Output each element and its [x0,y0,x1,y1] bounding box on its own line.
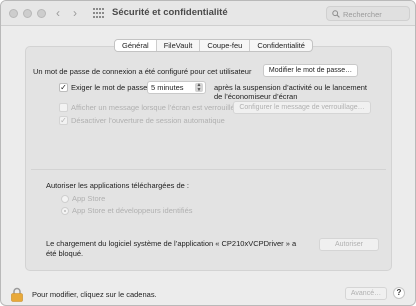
lock-hint-text: Pour modifier, cliquez sur le cadenas. [32,290,157,299]
tab-firewall[interactable]: Coupe-feu [200,40,251,51]
search-field[interactable] [326,6,410,21]
radio-app-store-identified[interactable] [61,207,69,215]
forward-button[interactable]: › [73,6,77,20]
allow-button[interactable]: Autoriser [319,238,379,251]
require-password-label: Exiger le mot de passe [71,83,148,92]
blocked-software-line2: été bloqué. [46,249,84,258]
blocked-software-line1: Le chargement du logiciel système de l’a… [46,239,297,248]
help-button[interactable]: ? [393,287,405,299]
chevron-up-down-icon: ▲ ▼ [195,82,203,93]
close-window-button[interactable] [9,9,18,18]
require-password-delay-value: 5 minutes [151,83,184,92]
radio-app-store[interactable] [61,195,69,203]
tab-filevault[interactable]: FileVault [157,40,201,51]
zoom-window-button[interactable] [37,9,46,18]
show-all-grid-icon[interactable] [93,8,104,19]
minimize-window-button[interactable] [23,9,32,18]
set-lock-message-button[interactable]: Configurer le message de verrouillage… [233,101,371,114]
section-divider [31,169,386,170]
window-title: Sécurité et confidentialité [112,7,228,18]
back-button[interactable]: ‹ [56,6,60,20]
radio-app-store-label: App Store [72,194,106,203]
password-status-text: Un mot de passe de connexion a été confi… [33,67,252,76]
advanced-button[interactable]: Avancé… [345,287,387,300]
lock-icon[interactable] [11,287,23,304]
lock-message-label: Afficher un message lorsque l’écran est … [71,103,235,112]
require-password-checkbox[interactable]: ✓ [59,83,68,92]
tab-bar: Général FileVault Coupe-feu Confidential… [114,39,313,52]
tab-privacy[interactable]: Confidentialité [250,40,312,51]
lock-message-checkbox[interactable] [59,103,68,112]
downloads-heading: Autoriser les applications téléchargées … [46,181,189,190]
disable-autologin-checkbox[interactable]: ✓ [59,116,68,125]
disable-autologin-label: Désactiver l’ouverture de session automa… [71,116,225,125]
tab-general[interactable]: Général [115,40,157,51]
preferences-window: ‹ › Sécurité et confidentialité Général … [0,0,416,306]
change-password-button[interactable]: Modifier le mot de passe… [263,64,358,77]
search-input[interactable] [343,8,407,20]
search-icon [332,10,340,18]
radio-app-store-identified-label: App Store et développeurs identifiés [72,206,193,215]
require-password-delay-select[interactable]: 5 minutes ▲ ▼ [147,81,206,94]
title-bar: ‹ › Sécurité et confidentialité [1,1,415,26]
